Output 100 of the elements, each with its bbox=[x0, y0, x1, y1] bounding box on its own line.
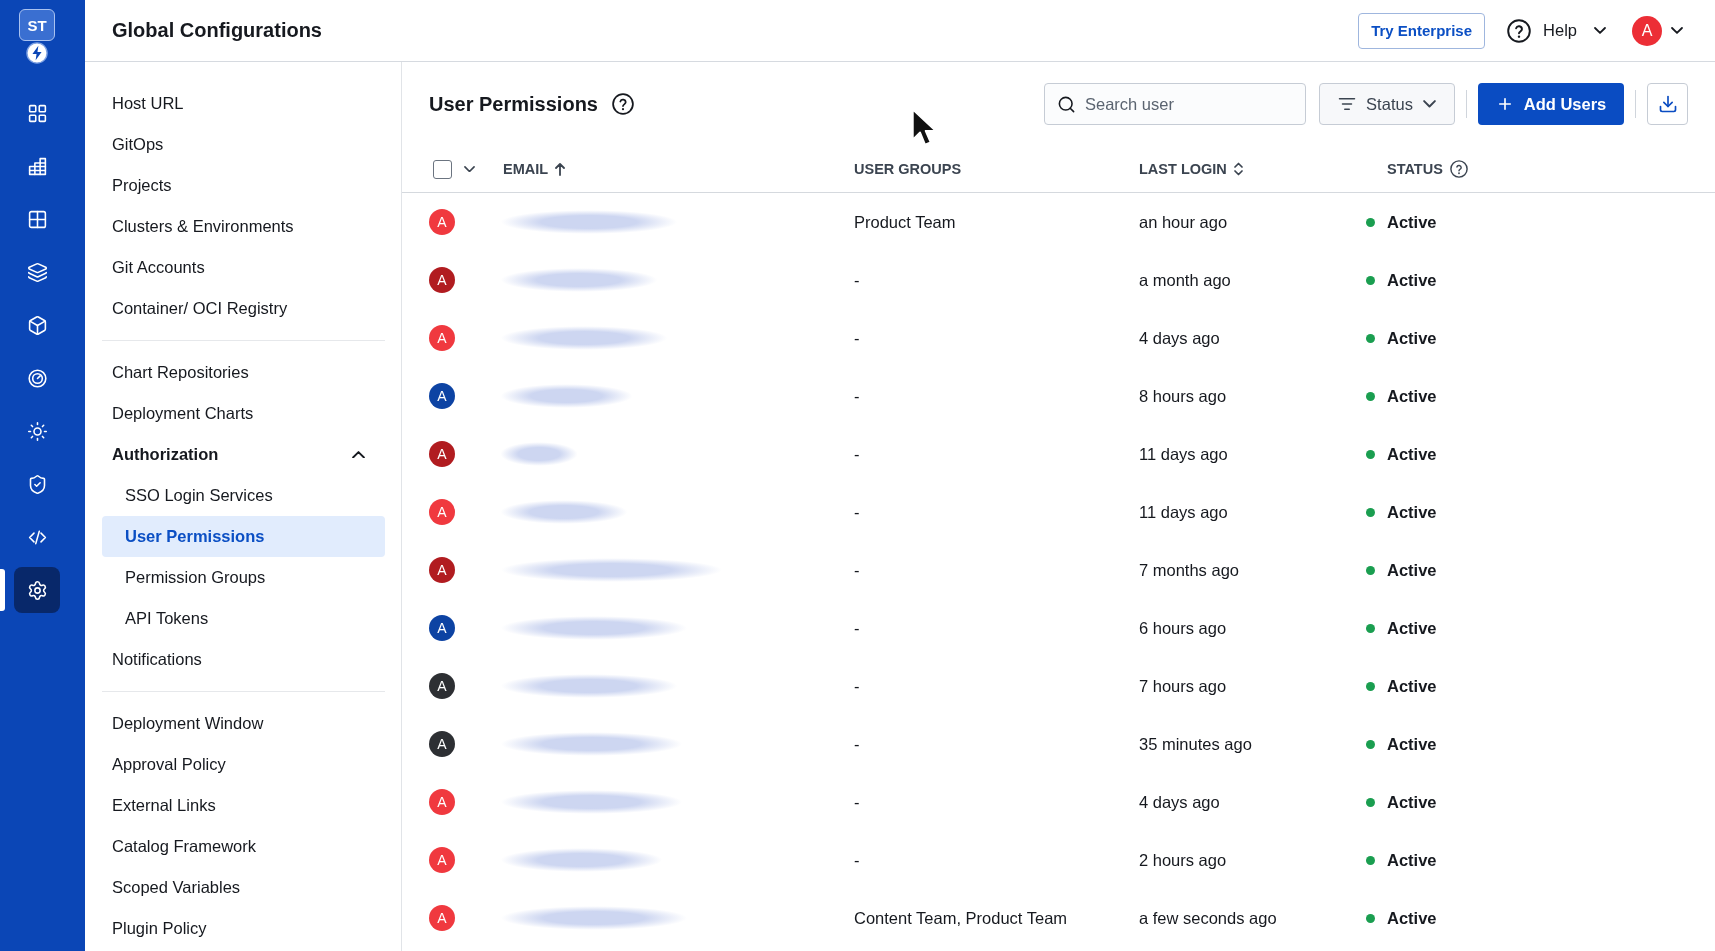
profile-menu-button[interactable]: A bbox=[1632, 15, 1683, 46]
section-title: User Permissions bbox=[429, 92, 598, 116]
sidebar-item[interactable]: Notifications bbox=[102, 639, 385, 680]
status-label: Active bbox=[1387, 676, 1437, 696]
status-dot-icon bbox=[1366, 391, 1375, 401]
user-groups-cell: Product Team bbox=[854, 212, 956, 232]
column-header[interactable]: EMAIL bbox=[503, 161, 549, 177]
page-title: Global Configurations bbox=[112, 19, 322, 42]
search-field[interactable]: Search user bbox=[1044, 83, 1306, 125]
logo-icon bbox=[26, 42, 48, 64]
sidebar-item[interactable]: Scoped Variables bbox=[102, 867, 385, 908]
sidebar-item[interactable]: Git Accounts bbox=[102, 247, 385, 288]
user-groups-cell: - bbox=[854, 444, 860, 464]
filter-icon bbox=[1338, 95, 1357, 113]
user-avatar: A bbox=[429, 673, 455, 699]
help-menu-button[interactable]: Help bbox=[1507, 18, 1606, 43]
sidebar-item[interactable]: Clusters & Environments bbox=[102, 206, 385, 247]
user-groups-cell: - bbox=[854, 502, 860, 522]
last-login-cell: a month ago bbox=[1139, 270, 1231, 290]
user-groups-cell: - bbox=[854, 734, 860, 754]
sidebar-item[interactable]: SSO Login Services bbox=[102, 475, 385, 516]
last-login-cell: 8 hours ago bbox=[1139, 386, 1227, 406]
sidebar-item[interactable]: Catalog Framework bbox=[102, 826, 385, 867]
user-avatar: A bbox=[429, 383, 455, 409]
user-groups-cell: - bbox=[854, 676, 860, 696]
status-dot-icon bbox=[1366, 797, 1375, 807]
chevron-up-icon bbox=[352, 450, 365, 459]
add-users-button[interactable]: Add Users bbox=[1478, 83, 1624, 125]
chevron-down-icon bbox=[1422, 100, 1436, 108]
last-login-cell: an hour ago bbox=[1139, 212, 1228, 232]
sidebar-item[interactable]: GitOps bbox=[102, 124, 385, 165]
download-button[interactable] bbox=[1647, 83, 1688, 125]
try-enterprise-button[interactable]: Try Enterprise bbox=[1358, 12, 1486, 49]
status-label: Active bbox=[1387, 270, 1437, 290]
column-header: USER GROUPS bbox=[854, 161, 962, 177]
status-dot-icon bbox=[1366, 217, 1375, 227]
search-icon bbox=[1057, 94, 1076, 114]
layers-icon bbox=[26, 261, 48, 283]
last-login-cell: 2 hours ago bbox=[1139, 850, 1227, 870]
status-label: Active bbox=[1387, 908, 1437, 928]
status-dot-icon bbox=[1366, 275, 1375, 285]
status-label: Active bbox=[1387, 444, 1437, 464]
sidebar-item[interactable]: Permission Groups bbox=[102, 557, 385, 598]
user-groups-cell: - bbox=[854, 386, 860, 406]
sidebar-item[interactable]: Authorization bbox=[102, 434, 385, 475]
last-login-cell: 7 hours ago bbox=[1139, 676, 1227, 696]
search-input[interactable]: Search user bbox=[1085, 89, 1293, 119]
sidebar-item[interactable]: Projects bbox=[102, 165, 385, 206]
status-label: Active bbox=[1387, 386, 1437, 406]
workspace-badge[interactable]: ST bbox=[19, 9, 55, 41]
settings-icon bbox=[26, 579, 48, 601]
status-dot-icon bbox=[1366, 507, 1375, 517]
square-grid-icon bbox=[26, 208, 48, 230]
user-avatar: A bbox=[429, 847, 455, 873]
help-icon[interactable] bbox=[1449, 160, 1468, 178]
sidebar-item[interactable]: Container/ OCI Registry bbox=[102, 288, 385, 329]
help-icon[interactable] bbox=[612, 93, 634, 115]
last-login-cell: 7 months ago bbox=[1139, 560, 1239, 580]
target-icon bbox=[26, 367, 48, 389]
last-login-cell: 11 days ago bbox=[1139, 502, 1228, 522]
user-avatar: A bbox=[429, 615, 455, 641]
user-avatar: A bbox=[429, 789, 455, 815]
sidebar-item[interactable]: Deployment Window bbox=[102, 703, 385, 744]
sidebar-item[interactable]: Approval Policy bbox=[102, 744, 385, 785]
status-dot-icon bbox=[1366, 565, 1375, 575]
chevron-down-icon[interactable] bbox=[464, 165, 475, 173]
stepped-grid-icon bbox=[26, 155, 48, 177]
user-groups-cell: - bbox=[854, 850, 860, 870]
user-avatar: A bbox=[429, 731, 455, 757]
download-icon bbox=[1657, 94, 1678, 114]
status-dot-icon bbox=[1366, 681, 1375, 691]
active-indicator bbox=[0, 569, 5, 611]
sidebar-item[interactable]: Chart Repositories bbox=[102, 352, 385, 393]
sidebar-item[interactable]: Deployment Charts bbox=[102, 393, 385, 434]
column-header[interactable]: LAST LOGIN bbox=[1139, 161, 1227, 177]
user-avatar: A bbox=[1632, 15, 1662, 46]
status-dot-icon bbox=[1366, 739, 1375, 749]
user-avatar: A bbox=[429, 325, 455, 351]
status-label: Active bbox=[1387, 734, 1437, 754]
status-dot-icon bbox=[1366, 913, 1375, 923]
sidebar-item[interactable]: Plugin Policy bbox=[102, 908, 385, 949]
last-login-cell: 11 days ago bbox=[1139, 444, 1228, 464]
user-avatar: A bbox=[429, 499, 455, 525]
status-filter-button[interactable]: Status bbox=[1319, 83, 1455, 125]
status-dot-icon bbox=[1366, 623, 1375, 633]
status-dot-icon bbox=[1366, 855, 1375, 865]
status-label: Active bbox=[1387, 328, 1437, 348]
sidebar-item[interactable]: API Tokens bbox=[102, 598, 385, 639]
grid-icon bbox=[26, 102, 48, 124]
user-avatar: A bbox=[429, 441, 455, 467]
sidebar-item[interactable]: Host URL bbox=[102, 83, 385, 124]
sun-icon bbox=[26, 420, 48, 442]
sidebar-item[interactable]: User Permissions bbox=[102, 516, 385, 557]
nav-button[interactable] bbox=[14, 567, 60, 613]
sidebar-item[interactable]: External Links bbox=[102, 785, 385, 826]
status-label: Active bbox=[1387, 560, 1437, 580]
select-all-checkbox[interactable] bbox=[433, 159, 452, 179]
user-groups-cell: - bbox=[854, 270, 860, 290]
status-dot-icon bbox=[1366, 333, 1375, 343]
chevron-down-icon bbox=[1671, 27, 1683, 34]
